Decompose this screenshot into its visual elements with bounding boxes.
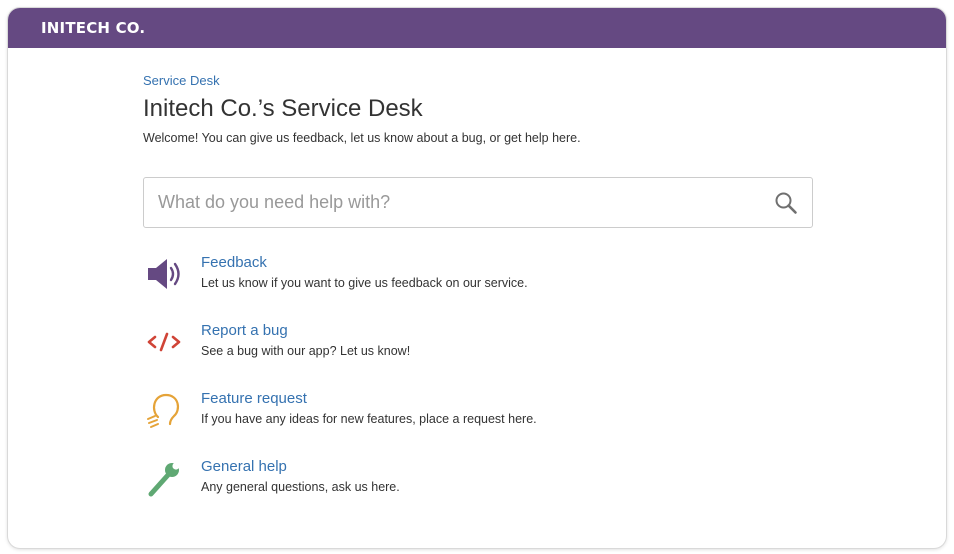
request-type-label[interactable]: Feedback [201,254,267,272]
request-type-list: Feedback Let us know if you want to give… [143,254,815,526]
request-type-description: If you have any ideas for new features, … [201,412,537,426]
search-icon[interactable] [774,191,798,215]
brand-logo[interactable]: INITECH CO. [41,19,145,37]
request-type-report-bug[interactable]: Report a bug See a bug with our app? Let… [143,322,815,390]
wrench-icon [143,458,187,502]
request-type-feature-request[interactable]: Feature request If you have any ideas fo… [143,390,815,458]
header-bar: INITECH CO. [8,8,946,48]
portal-window: INITECH CO. Service Desk Initech Co.’s S… [8,8,946,548]
request-type-general-help[interactable]: General help Any general questions, ask … [143,458,815,526]
request-type-description: Let us know if you want to give us feedb… [201,276,528,290]
page-title: Initech Co.’s Service Desk [143,95,423,122]
request-type-description: Any general questions, ask us here. [201,480,400,494]
megaphone-icon [143,254,187,298]
code-icon [143,322,187,366]
search-box [143,177,813,228]
request-type-label[interactable]: Report a bug [201,322,288,340]
request-type-description: See a bug with our app? Let us know! [201,344,411,358]
request-type-label[interactable]: General help [201,458,287,476]
search-input[interactable] [144,178,754,227]
lightbulb-icon [143,390,187,434]
request-type-label[interactable]: Feature request [201,390,307,408]
main-content: Service Desk Initech Co.’s Service Desk … [143,72,815,526]
breadcrumb[interactable]: Service Desk [143,73,220,88]
welcome-message: Welcome! You can give us feedback, let u… [143,131,581,145]
request-type-feedback[interactable]: Feedback Let us know if you want to give… [143,254,815,322]
